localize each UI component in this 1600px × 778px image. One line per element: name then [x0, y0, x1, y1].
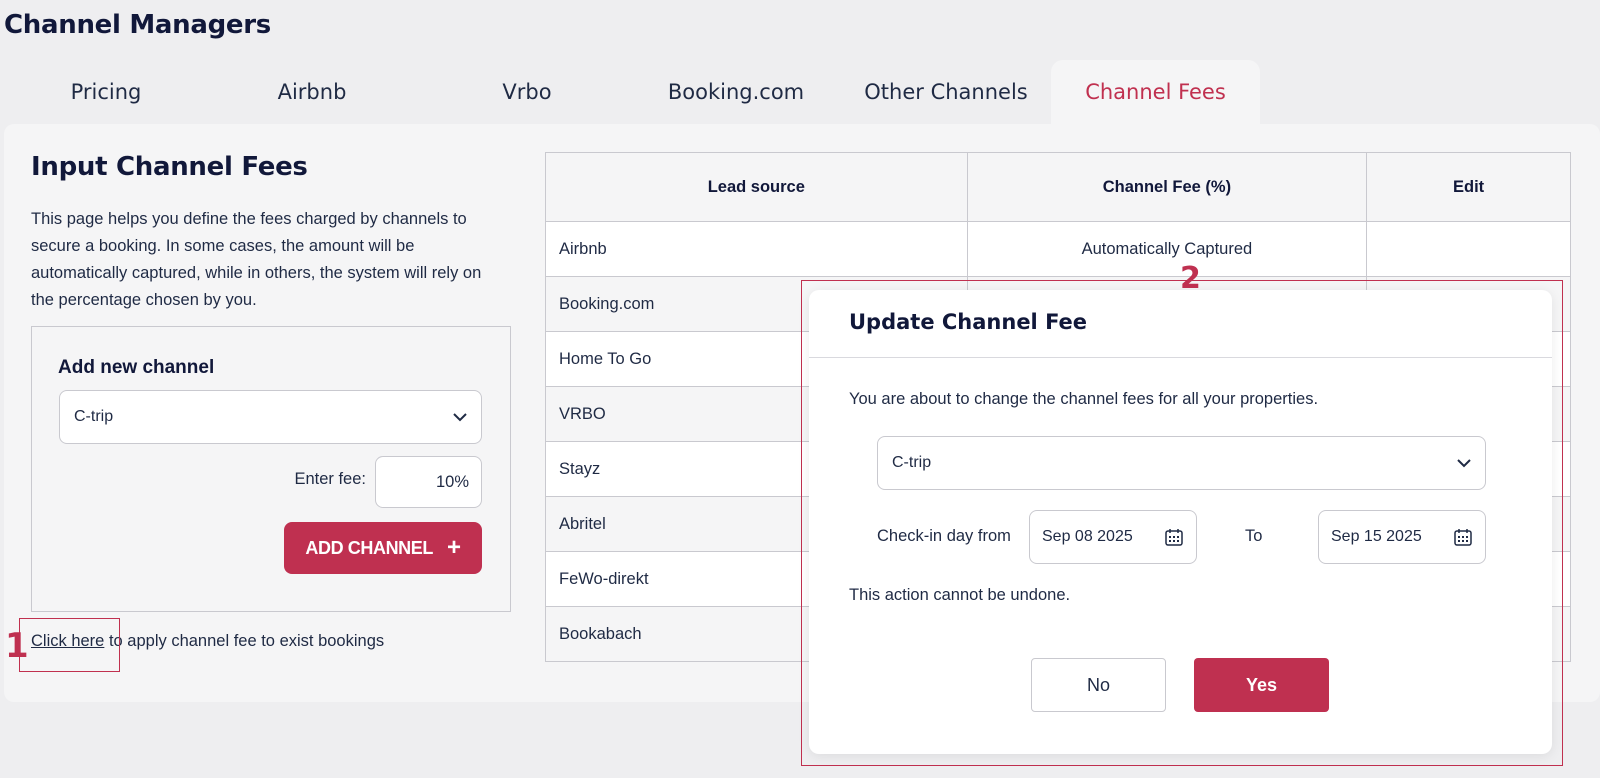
- table-row: Airbnb Automatically Captured: [545, 221, 1571, 277]
- modal-divider: [809, 357, 1552, 358]
- table-header-row: Lead source Channel Fee (%) Edit: [545, 152, 1571, 222]
- tab-channel-fees[interactable]: Channel Fees: [1051, 60, 1260, 124]
- to-label: To: [1245, 527, 1263, 545]
- update-channel-fee-modal: Update Channel Fee You are about to chan…: [809, 290, 1552, 754]
- page-title: Channel Managers: [4, 10, 271, 40]
- section-description: This page helps you define the fees char…: [31, 210, 482, 309]
- annotation-box-1: [19, 618, 120, 672]
- chevron-down-icon: [1457, 459, 1471, 468]
- date-to-picker[interactable]: Sep 15 2025: [1318, 510, 1486, 564]
- annotation-number-2: 2: [1180, 261, 1201, 296]
- apply-fee-text: to apply channel fee to exist bookings: [104, 632, 385, 650]
- modal-title: Update Channel Fee: [849, 310, 1088, 334]
- add-channel-title: Add new channel: [58, 357, 215, 378]
- tab-booking-com[interactable]: Booking.com: [632, 60, 840, 124]
- column-header-edit: Edit: [1366, 152, 1571, 222]
- column-header-channel-fee: Channel Fee (%): [966, 152, 1368, 222]
- modal-channel-select-value: C-trip: [892, 454, 932, 471]
- channel-select[interactable]: C-trip: [59, 390, 482, 444]
- calendar-icon: [1454, 529, 1472, 546]
- tab-airbnb[interactable]: Airbnb: [214, 60, 410, 124]
- section-title: Input Channel Fees: [31, 152, 308, 182]
- checkin-label: Check-in day from: [877, 527, 1011, 545]
- date-to-value: Sep 15 2025: [1331, 528, 1422, 545]
- fee-label: Enter fee:: [294, 470, 366, 488]
- add-channel-button-label: ADD CHANNEL: [305, 537, 433, 558]
- modal-message: You are about to change the channel fees…: [849, 390, 1319, 408]
- calendar-icon: [1165, 529, 1183, 546]
- channel-select-value: C-trip: [74, 408, 114, 425]
- modal-channel-select[interactable]: C-trip: [877, 436, 1486, 490]
- tab-other-channels[interactable]: Other Channels: [843, 60, 1049, 124]
- chevron-down-icon: [453, 413, 467, 422]
- plus-icon: +: [446, 534, 461, 561]
- date-from-picker[interactable]: Sep 08 2025: [1029, 510, 1197, 564]
- tab-vrbo[interactable]: Vrbo: [424, 60, 630, 124]
- lead-source-cell: Airbnb: [545, 221, 968, 277]
- annotation-number-1: 1: [5, 626, 29, 666]
- no-button[interactable]: No: [1031, 658, 1166, 712]
- add-channel-button[interactable]: ADD CHANNEL +: [284, 522, 482, 574]
- tab-pricing[interactable]: Pricing: [8, 60, 204, 124]
- fee-input[interactable]: [375, 456, 482, 508]
- channel-fee-cell: Automatically Captured: [966, 221, 1368, 277]
- date-from-value: Sep 08 2025: [1042, 528, 1133, 545]
- column-header-lead-source: Lead source: [545, 152, 968, 222]
- modal-warning: This action cannot be undone.: [849, 586, 1071, 604]
- edit-cell: [1366, 221, 1571, 277]
- yes-button[interactable]: Yes: [1194, 658, 1329, 712]
